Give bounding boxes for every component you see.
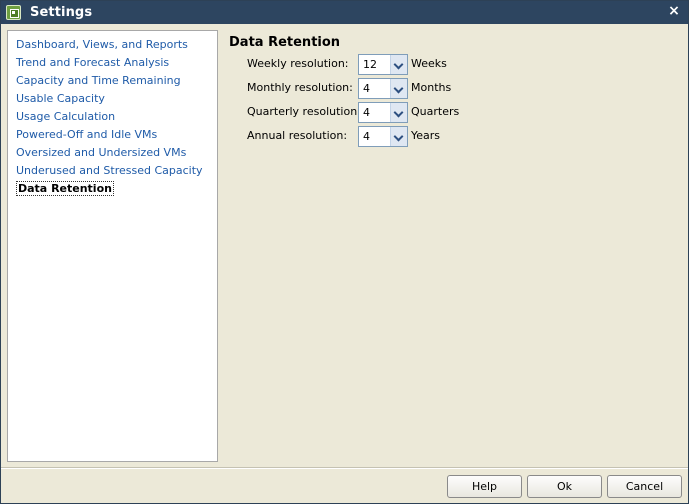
annual-resolution-select[interactable]: 4 (358, 126, 408, 147)
nav-item-powered-off-idle-vms[interactable]: Powered-Off and Idle VMs (8, 126, 217, 144)
annual-resolution-row: Annual resolution: 4 Years (247, 126, 667, 147)
weekly-resolution-value: 12 (363, 58, 377, 71)
nav-item-data-retention[interactable]: Data Retention (8, 180, 217, 198)
weekly-resolution-label: Weekly resolution: (247, 57, 349, 70)
nav-item-capacity-time-remaining[interactable]: Capacity and Time Remaining (8, 72, 217, 90)
chevron-down-icon[interactable] (390, 79, 407, 98)
ok-button[interactable]: Ok (527, 475, 602, 498)
nav-item-usable-capacity[interactable]: Usable Capacity (8, 90, 217, 108)
annual-resolution-label: Annual resolution: (247, 129, 348, 142)
weekly-resolution-select[interactable]: 12 (358, 54, 408, 75)
annual-resolution-value: 4 (363, 130, 370, 143)
settings-app-icon (6, 5, 21, 20)
quarterly-resolution-unit: Quarters (411, 105, 460, 118)
title-bar[interactable]: Settings × (1, 1, 688, 24)
chevron-down-icon[interactable] (390, 103, 407, 122)
annual-resolution-unit: Years (411, 129, 441, 142)
monthly-resolution-unit: Months (411, 81, 452, 94)
close-icon[interactable]: × (668, 4, 680, 18)
section-title: Data Retention (229, 35, 341, 50)
nav-item-trend-forecast-analysis[interactable]: Trend and Forecast Analysis (8, 54, 217, 72)
nav-item-usage-calculation[interactable]: Usage Calculation (8, 108, 217, 126)
settings-window: Settings × Dashboard, Views, and Reports… (0, 0, 689, 504)
settings-nav-list: Dashboard, Views, and Reports Trend and … (7, 30, 218, 462)
settings-content: Data Retention Weekly resolution: 12 Wee… (229, 34, 679, 462)
nav-item-dashboard-views-reports[interactable]: Dashboard, Views, and Reports (8, 36, 217, 54)
quarterly-resolution-label: Quarterly resolution: (247, 105, 361, 118)
weekly-resolution-unit: Weeks (411, 57, 447, 70)
weekly-resolution-row: Weekly resolution: 12 Weeks (247, 54, 667, 75)
monthly-resolution-row: Monthly resolution: 4 Months (247, 78, 667, 99)
quarterly-resolution-row: Quarterly resolution: 4 Quarters (247, 102, 667, 123)
nav-item-oversized-undersized-vms[interactable]: Oversized and Undersized VMs (8, 144, 217, 162)
help-button[interactable]: Help (447, 475, 522, 498)
window-title: Settings (30, 5, 93, 20)
chevron-down-icon[interactable] (390, 127, 407, 146)
chevron-down-icon[interactable] (390, 55, 407, 74)
quarterly-resolution-select[interactable]: 4 (358, 102, 408, 123)
cancel-button[interactable]: Cancel (607, 475, 682, 498)
nav-item-label: Data Retention (16, 181, 114, 196)
monthly-resolution-label: Monthly resolution: (247, 81, 353, 94)
monthly-resolution-select[interactable]: 4 (358, 78, 408, 99)
quarterly-resolution-value: 4 (363, 106, 370, 119)
monthly-resolution-value: 4 (363, 82, 370, 95)
footer-separator (1, 467, 688, 469)
nav-item-underused-stressed-capacity[interactable]: Underused and Stressed Capacity (8, 162, 217, 180)
